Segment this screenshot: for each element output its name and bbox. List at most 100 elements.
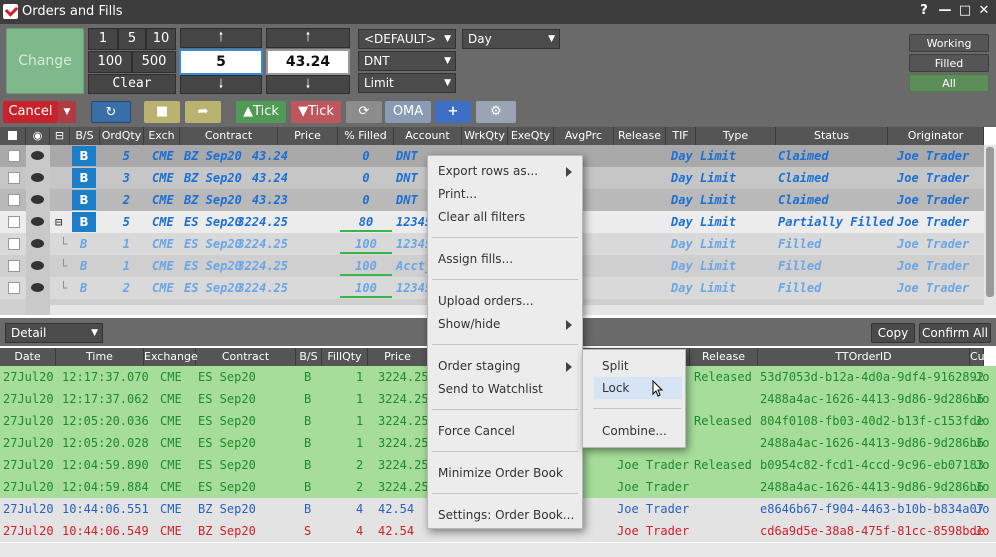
fill-cell-price: 42.54 bbox=[378, 524, 415, 538]
restore-clock-icon[interactable]: ↻ bbox=[91, 101, 131, 123]
col-exch[interactable]: Exch bbox=[144, 127, 180, 145]
row-eye-cell[interactable] bbox=[26, 233, 50, 255]
fcol-ttorderid[interactable]: TTOrderID bbox=[758, 348, 970, 366]
filter-filled-button[interactable]: Filled bbox=[909, 54, 989, 72]
col-account[interactable]: Account bbox=[394, 127, 462, 145]
price-type-dropdown[interactable]: Limit ▼ bbox=[358, 73, 456, 93]
col-wrkqty[interactable]: WrkQty bbox=[462, 127, 508, 145]
minus-tick-button[interactable]: ▼Tick bbox=[291, 101, 341, 123]
qty-tile-100[interactable]: 100 bbox=[88, 51, 132, 73]
col-contract[interactable]: Contract bbox=[180, 127, 278, 145]
row-eye-cell[interactable] bbox=[26, 167, 50, 189]
account-dropdown[interactable]: <DEFAULT> ▼ bbox=[358, 29, 456, 49]
orders-scrollbar[interactable] bbox=[984, 145, 996, 315]
fill-cell-id: b0954c82-fcd1-4ccd-9c96-eb07183 bbox=[760, 458, 984, 472]
order-price-input[interactable]: 43.24 bbox=[266, 49, 350, 75]
col-ordqty[interactable]: OrdQty bbox=[100, 127, 144, 145]
col-release[interactable]: Release bbox=[614, 127, 666, 145]
menu-show-hide[interactable]: Show/hide bbox=[438, 313, 500, 335]
col-status[interactable]: Status bbox=[776, 127, 888, 145]
row-eye-cell[interactable] bbox=[26, 145, 50, 167]
menu-settings-order-book[interactable]: Settings: Order Book... bbox=[438, 504, 574, 526]
minimize-icon[interactable]: — bbox=[937, 3, 953, 19]
clear-button[interactable]: Clear bbox=[88, 74, 176, 94]
col-exeqty[interactable]: ExeQty bbox=[508, 127, 554, 145]
settings-filter-icon[interactable]: ⚙ bbox=[476, 101, 516, 123]
submenu-lock[interactable]: Lock bbox=[602, 377, 629, 399]
detail-dropdown[interactable]: Detail ▼ bbox=[5, 323, 103, 343]
menu-force-cancel[interactable]: Force Cancel bbox=[438, 420, 515, 442]
menu-print[interactable]: Print... bbox=[438, 183, 477, 205]
menu-assign-fills[interactable]: Assign fills... bbox=[438, 248, 513, 270]
row-eye-cell[interactable] bbox=[26, 211, 50, 233]
filter-working-button[interactable]: Working bbox=[909, 34, 989, 52]
add-plus-icon[interactable]: + bbox=[435, 101, 471, 123]
fcol-time[interactable]: Time bbox=[56, 348, 144, 366]
plus-tick-button[interactable]: ▲Tick bbox=[236, 101, 286, 123]
filter-all-button[interactable]: All bbox=[909, 74, 989, 92]
stop-icon[interactable]: ■ bbox=[144, 101, 180, 123]
price-up-arrow-icon[interactable]: 🠑 bbox=[266, 28, 350, 48]
menu-send-watchlist[interactable]: Send to Watchlist bbox=[438, 378, 543, 400]
row-checkbox[interactable] bbox=[8, 238, 20, 250]
fcol-exchange[interactable]: Exchange bbox=[144, 348, 198, 366]
row-eye-cell[interactable] bbox=[26, 255, 50, 277]
cancel-dropdown-chevron-icon[interactable]: ▼ bbox=[58, 101, 76, 123]
cancel-button[interactable]: Cancel bbox=[3, 101, 58, 123]
close-icon[interactable]: ✕ bbox=[976, 3, 992, 19]
menu-minimize-order-book[interactable]: Minimize Order Book bbox=[438, 462, 563, 484]
row-checkbox[interactable] bbox=[8, 194, 20, 206]
copy-button[interactable]: Copy bbox=[871, 323, 915, 343]
menu-order-staging[interactable]: Order staging bbox=[438, 355, 520, 377]
confirm-all-button[interactable]: Confirm All bbox=[919, 323, 991, 343]
bs-cell: B bbox=[80, 237, 88, 251]
menu-export-rows[interactable]: Export rows as... bbox=[438, 160, 538, 182]
change-button[interactable]: Change bbox=[6, 28, 84, 94]
qty-down-arrow-icon[interactable]: 🠓 bbox=[180, 75, 262, 94]
col-type[interactable]: Type bbox=[696, 127, 776, 145]
fcol-fillqty[interactable]: FillQty bbox=[322, 348, 368, 366]
col-originator[interactable]: Originator bbox=[888, 127, 984, 145]
row-collapse-icon[interactable]: ⊟ bbox=[55, 211, 62, 233]
redo-arrow-icon[interactable]: ➦ bbox=[185, 101, 221, 123]
qty-tile-500[interactable]: 500 bbox=[132, 51, 176, 73]
refresh-icon[interactable]: ⟳ bbox=[346, 101, 382, 123]
tif-dropdown[interactable]: Day ▼ bbox=[462, 29, 560, 49]
col-bs[interactable]: B/S bbox=[70, 127, 100, 145]
row-checkbox[interactable] bbox=[8, 260, 20, 272]
order-qty-input[interactable]: 5 bbox=[179, 49, 263, 75]
price-down-arrow-icon[interactable]: 🠓 bbox=[266, 75, 350, 94]
oma-button[interactable]: OMA bbox=[385, 101, 431, 123]
maximize-icon[interactable]: □ bbox=[957, 3, 973, 19]
row-checkbox[interactable] bbox=[8, 282, 20, 294]
fcol-bs[interactable]: B/S bbox=[296, 348, 322, 366]
select-all-checkbox[interactable] bbox=[0, 127, 26, 145]
qty-tile-10[interactable]: 10 bbox=[146, 28, 176, 50]
qty-up-arrow-icon[interactable]: 🠑 bbox=[180, 28, 262, 48]
qty-tile-5[interactable]: 5 bbox=[118, 28, 146, 50]
qty-tile-1[interactable]: 1 bbox=[88, 28, 118, 50]
col-tif[interactable]: TIF bbox=[666, 127, 696, 145]
fcol-contract[interactable]: Contract bbox=[196, 348, 296, 366]
row-eye-cell[interactable] bbox=[26, 277, 50, 299]
row-checkbox[interactable] bbox=[8, 172, 20, 184]
row-checkbox[interactable] bbox=[8, 150, 20, 162]
menu-clear-filters[interactable]: Clear all filters bbox=[438, 206, 525, 228]
order-type-dropdown[interactable]: DNT ▼ bbox=[358, 51, 456, 71]
fcol-release[interactable]: Release bbox=[690, 348, 758, 366]
col-price[interactable]: Price bbox=[278, 127, 338, 145]
fill-cell-release: Released bbox=[694, 370, 752, 384]
fill-cell-date: 27Jul20 bbox=[3, 370, 54, 384]
help-icon[interactable]: ? bbox=[916, 3, 932, 19]
col-avgprc[interactable]: AvgPrc bbox=[554, 127, 614, 145]
row-checkbox[interactable] bbox=[8, 216, 20, 228]
menu-upload-orders[interactable]: Upload orders... bbox=[438, 290, 534, 312]
row-eye-cell[interactable] bbox=[26, 189, 50, 211]
submenu-split[interactable]: Split bbox=[602, 355, 629, 377]
collapse-all-icon[interactable]: ⊟ bbox=[50, 127, 70, 145]
submenu-combine[interactable]: Combine... bbox=[602, 420, 667, 442]
col-pct-filled[interactable]: % Filled bbox=[338, 127, 394, 145]
fcol-date[interactable]: Date bbox=[0, 348, 56, 366]
fcol-cur[interactable]: Cur bbox=[970, 348, 989, 366]
fcol-price[interactable]: Price bbox=[368, 348, 428, 366]
